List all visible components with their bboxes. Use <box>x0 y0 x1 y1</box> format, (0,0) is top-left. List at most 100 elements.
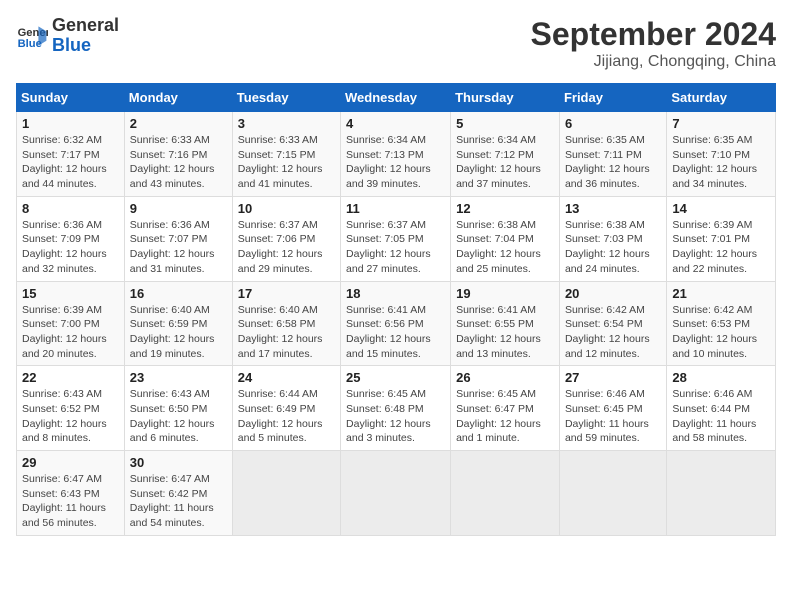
calendar-cell: 29 Sunrise: 6:47 AM Sunset: 6:43 PM Dayl… <box>17 451 125 536</box>
logo-icon: General Blue <box>16 20 48 52</box>
logo-text: General Blue <box>52 16 119 56</box>
calendar-week-4: 22 Sunrise: 6:43 AM Sunset: 6:52 PM Dayl… <box>17 366 776 451</box>
calendar-cell: 25 Sunrise: 6:45 AM Sunset: 6:48 PM Dayl… <box>341 366 451 451</box>
day-info: Sunrise: 6:47 AM Sunset: 6:42 PM Dayligh… <box>130 472 227 531</box>
day-info: Sunrise: 6:33 AM Sunset: 7:15 PM Dayligh… <box>238 133 335 192</box>
day-number: 4 <box>346 116 445 131</box>
calendar-week-2: 8 Sunrise: 6:36 AM Sunset: 7:09 PM Dayli… <box>17 196 776 281</box>
day-info: Sunrise: 6:39 AM Sunset: 7:01 PM Dayligh… <box>672 218 770 277</box>
calendar-cell: 18 Sunrise: 6:41 AM Sunset: 6:56 PM Dayl… <box>341 281 451 366</box>
calendar-cell: 15 Sunrise: 6:39 AM Sunset: 7:00 PM Dayl… <box>17 281 125 366</box>
calendar-week-5: 29 Sunrise: 6:47 AM Sunset: 6:43 PM Dayl… <box>17 451 776 536</box>
location: Jijiang, Chongqing, China <box>531 53 776 71</box>
calendar-cell <box>667 451 776 536</box>
day-number: 5 <box>456 116 554 131</box>
calendar-cell: 13 Sunrise: 6:38 AM Sunset: 7:03 PM Dayl… <box>559 196 666 281</box>
calendar-week-1: 1 Sunrise: 6:32 AM Sunset: 7:17 PM Dayli… <box>17 112 776 197</box>
calendar-cell: 16 Sunrise: 6:40 AM Sunset: 6:59 PM Dayl… <box>124 281 232 366</box>
day-number: 22 <box>22 370 119 385</box>
day-info: Sunrise: 6:36 AM Sunset: 7:07 PM Dayligh… <box>130 218 227 277</box>
calendar-cell: 10 Sunrise: 6:37 AM Sunset: 7:06 PM Dayl… <box>232 196 340 281</box>
day-number: 10 <box>238 201 335 216</box>
day-number: 17 <box>238 286 335 301</box>
day-number: 16 <box>130 286 227 301</box>
day-number: 12 <box>456 201 554 216</box>
calendar-cell: 4 Sunrise: 6:34 AM Sunset: 7:13 PM Dayli… <box>341 112 451 197</box>
calendar-table: Sunday Monday Tuesday Wednesday Thursday… <box>16 83 776 536</box>
calendar-cell: 24 Sunrise: 6:44 AM Sunset: 6:49 PM Dayl… <box>232 366 340 451</box>
day-info: Sunrise: 6:41 AM Sunset: 6:56 PM Dayligh… <box>346 303 445 362</box>
col-wednesday: Wednesday <box>341 84 451 112</box>
calendar-cell <box>559 451 666 536</box>
day-number: 19 <box>456 286 554 301</box>
calendar-cell: 30 Sunrise: 6:47 AM Sunset: 6:42 PM Dayl… <box>124 451 232 536</box>
day-number: 20 <box>565 286 661 301</box>
calendar-cell: 21 Sunrise: 6:42 AM Sunset: 6:53 PM Dayl… <box>667 281 776 366</box>
calendar-cell: 20 Sunrise: 6:42 AM Sunset: 6:54 PM Dayl… <box>559 281 666 366</box>
col-tuesday: Tuesday <box>232 84 340 112</box>
day-number: 1 <box>22 116 119 131</box>
day-info: Sunrise: 6:34 AM Sunset: 7:13 PM Dayligh… <box>346 133 445 192</box>
day-number: 18 <box>346 286 445 301</box>
calendar-cell: 17 Sunrise: 6:40 AM Sunset: 6:58 PM Dayl… <box>232 281 340 366</box>
calendar-cell: 11 Sunrise: 6:37 AM Sunset: 7:05 PM Dayl… <box>341 196 451 281</box>
day-info: Sunrise: 6:37 AM Sunset: 7:05 PM Dayligh… <box>346 218 445 277</box>
calendar-cell: 6 Sunrise: 6:35 AM Sunset: 7:11 PM Dayli… <box>559 112 666 197</box>
day-info: Sunrise: 6:45 AM Sunset: 6:48 PM Dayligh… <box>346 387 445 446</box>
day-info: Sunrise: 6:39 AM Sunset: 7:00 PM Dayligh… <box>22 303 119 362</box>
day-number: 24 <box>238 370 335 385</box>
calendar-cell: 7 Sunrise: 6:35 AM Sunset: 7:10 PM Dayli… <box>667 112 776 197</box>
col-sunday: Sunday <box>17 84 125 112</box>
calendar-cell: 8 Sunrise: 6:36 AM Sunset: 7:09 PM Dayli… <box>17 196 125 281</box>
day-info: Sunrise: 6:40 AM Sunset: 6:58 PM Dayligh… <box>238 303 335 362</box>
day-number: 7 <box>672 116 770 131</box>
calendar-cell: 26 Sunrise: 6:45 AM Sunset: 6:47 PM Dayl… <box>451 366 560 451</box>
col-friday: Friday <box>559 84 666 112</box>
calendar-cell: 14 Sunrise: 6:39 AM Sunset: 7:01 PM Dayl… <box>667 196 776 281</box>
calendar-cell <box>451 451 560 536</box>
calendar-header-row: Sunday Monday Tuesday Wednesday Thursday… <box>17 84 776 112</box>
day-info: Sunrise: 6:38 AM Sunset: 7:04 PM Dayligh… <box>456 218 554 277</box>
month-title: September 2024 <box>531 16 776 53</box>
calendar-cell: 19 Sunrise: 6:41 AM Sunset: 6:55 PM Dayl… <box>451 281 560 366</box>
day-number: 8 <box>22 201 119 216</box>
calendar-cell: 27 Sunrise: 6:46 AM Sunset: 6:45 PM Dayl… <box>559 366 666 451</box>
calendar-week-3: 15 Sunrise: 6:39 AM Sunset: 7:00 PM Dayl… <box>17 281 776 366</box>
calendar-cell <box>232 451 340 536</box>
day-info: Sunrise: 6:36 AM Sunset: 7:09 PM Dayligh… <box>22 218 119 277</box>
day-number: 2 <box>130 116 227 131</box>
calendar-cell: 9 Sunrise: 6:36 AM Sunset: 7:07 PM Dayli… <box>124 196 232 281</box>
day-info: Sunrise: 6:43 AM Sunset: 6:50 PM Dayligh… <box>130 387 227 446</box>
day-number: 23 <box>130 370 227 385</box>
day-number: 26 <box>456 370 554 385</box>
calendar-cell: 2 Sunrise: 6:33 AM Sunset: 7:16 PM Dayli… <box>124 112 232 197</box>
day-info: Sunrise: 6:34 AM Sunset: 7:12 PM Dayligh… <box>456 133 554 192</box>
day-number: 28 <box>672 370 770 385</box>
calendar-cell: 23 Sunrise: 6:43 AM Sunset: 6:50 PM Dayl… <box>124 366 232 451</box>
day-number: 11 <box>346 201 445 216</box>
day-number: 29 <box>22 455 119 470</box>
day-info: Sunrise: 6:35 AM Sunset: 7:11 PM Dayligh… <box>565 133 661 192</box>
day-number: 13 <box>565 201 661 216</box>
calendar-cell: 22 Sunrise: 6:43 AM Sunset: 6:52 PM Dayl… <box>17 366 125 451</box>
calendar-cell: 12 Sunrise: 6:38 AM Sunset: 7:04 PM Dayl… <box>451 196 560 281</box>
day-info: Sunrise: 6:33 AM Sunset: 7:16 PM Dayligh… <box>130 133 227 192</box>
day-info: Sunrise: 6:46 AM Sunset: 6:45 PM Dayligh… <box>565 387 661 446</box>
calendar-cell: 5 Sunrise: 6:34 AM Sunset: 7:12 PM Dayli… <box>451 112 560 197</box>
day-number: 14 <box>672 201 770 216</box>
day-number: 3 <box>238 116 335 131</box>
calendar-cell: 28 Sunrise: 6:46 AM Sunset: 6:44 PM Dayl… <box>667 366 776 451</box>
col-thursday: Thursday <box>451 84 560 112</box>
col-saturday: Saturday <box>667 84 776 112</box>
day-number: 6 <box>565 116 661 131</box>
col-monday: Monday <box>124 84 232 112</box>
day-info: Sunrise: 6:32 AM Sunset: 7:17 PM Dayligh… <box>22 133 119 192</box>
day-info: Sunrise: 6:46 AM Sunset: 6:44 PM Dayligh… <box>672 387 770 446</box>
calendar-body: 1 Sunrise: 6:32 AM Sunset: 7:17 PM Dayli… <box>17 112 776 536</box>
day-info: Sunrise: 6:35 AM Sunset: 7:10 PM Dayligh… <box>672 133 770 192</box>
day-number: 21 <box>672 286 770 301</box>
day-number: 25 <box>346 370 445 385</box>
day-info: Sunrise: 6:38 AM Sunset: 7:03 PM Dayligh… <box>565 218 661 277</box>
day-info: Sunrise: 6:41 AM Sunset: 6:55 PM Dayligh… <box>456 303 554 362</box>
page-header: General Blue General Blue September 2024… <box>16 16 776 71</box>
